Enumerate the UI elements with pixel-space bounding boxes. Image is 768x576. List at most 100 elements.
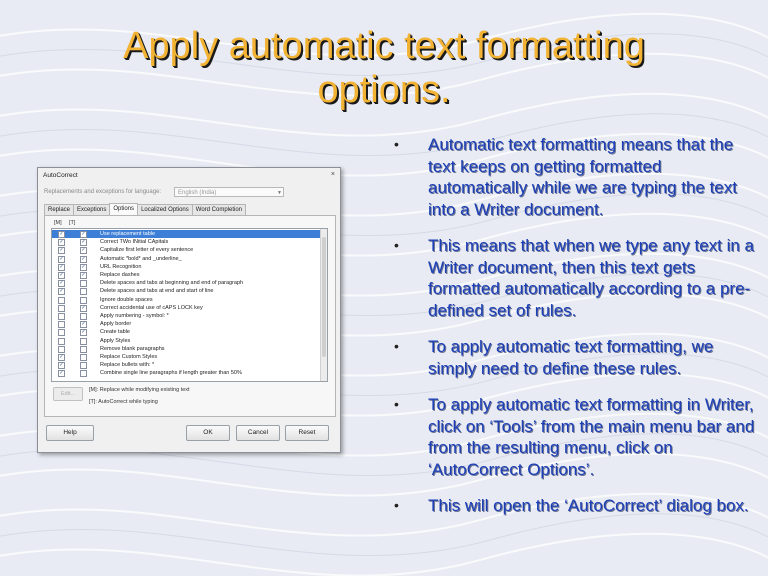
option-label: Ignore double spaces [100, 296, 153, 303]
bullet-dot-icon: • [394, 396, 399, 412]
window-buttons: × [331, 171, 335, 178]
option-row[interactable]: ✓ ✓ Use replacement table [52, 230, 327, 238]
autocorrect-dialog: AutoCorrect × Replacements and exception… [37, 167, 341, 453]
checkbox-t[interactable] [80, 313, 87, 320]
option-row[interactable]: Ignore double spaces [52, 296, 327, 304]
bullet-dot-icon: • [394, 136, 399, 152]
options-list[interactable]: ✓ Combine single line paragraphs if lengt… [51, 228, 328, 382]
option-row[interactable]: ✓ Replace Custom Styles [52, 353, 327, 361]
option-label: Capitalize first letter of every sentenc… [100, 247, 194, 254]
scrollbar[interactable] [320, 229, 327, 381]
option-row[interactable]: ✓ Replace bullets with: * [52, 361, 327, 370]
bullet-item: • This means that when we type any text i… [392, 235, 762, 321]
option-label: Remove blank paragraphs [100, 345, 165, 352]
checkbox-m[interactable] [58, 313, 65, 320]
checkbox-m[interactable]: ✓ [58, 288, 65, 296]
checkbox-t[interactable]: ✓ [80, 239, 87, 247]
checkbox-t[interactable]: ✓ [80, 255, 87, 263]
option-label: Automatic *bold* and _underline_ [100, 255, 182, 262]
bullet-dot-icon: • [394, 497, 399, 513]
option-row[interactable]: ✓ ✓ Replace dashes [52, 271, 327, 279]
option-label: Replace bullets with: * [100, 362, 155, 369]
checkbox-m[interactable]: ✓ [58, 362, 65, 370]
checkbox-m[interactable] [58, 329, 65, 337]
checkbox-m[interactable]: ✓ [58, 239, 65, 247]
checkbox-m[interactable]: ✓ [58, 280, 65, 288]
option-label: Correct accidental use of cAPS LOCK key [100, 304, 203, 311]
bullet-item: • To apply automatic text formatting, we … [392, 336, 762, 379]
checkbox-m[interactable]: ✓ [58, 231, 65, 238]
checkbox-m[interactable]: ✓ [58, 354, 65, 361]
checkbox-t[interactable] [80, 354, 87, 361]
option-row[interactable]: ✓ Delete spaces and tabs at end and start… [52, 287, 327, 296]
bullet-item: • Automatic text formatting means that th… [392, 134, 762, 220]
option-row[interactable]: Remove blank paragraphs [52, 345, 327, 353]
checkbox-m[interactable] [58, 296, 65, 304]
checkbox-t[interactable]: ✓ [80, 329, 87, 337]
language-select[interactable]: English (India) ▼ [174, 187, 284, 197]
scroll-thumb[interactable] [322, 237, 326, 357]
bullet-text: To apply automatic text formatting, we s… [428, 337, 714, 378]
option-row[interactable]: ✓ Combine single line paragraphs if lengt… [52, 369, 327, 378]
checkbox-t[interactable] [80, 296, 87, 304]
option-row[interactable]: ✓ Correct accidental use of cAPS LOCK key [52, 304, 327, 312]
option-label: Create table [100, 329, 130, 336]
option-row[interactable]: ✓ ✓ Automatic *bold* and _underline_ [52, 255, 327, 263]
option-label: Combine single line paragraphs if length… [100, 370, 242, 377]
checkbox-t[interactable] [80, 345, 87, 353]
checkbox-m[interactable]: ✓ [58, 247, 65, 255]
checkbox-m[interactable]: ✓ [58, 255, 65, 263]
bullet-text: This will open the ‘AutoCorrect’ dialog … [428, 496, 749, 515]
bullet-list: • Automatic text formatting means that th… [392, 134, 762, 532]
option-row[interactable]: Apply Styles [52, 337, 327, 345]
ok-button[interactable]: OK [186, 425, 230, 441]
option-row[interactable]: ✓ Delete spaces and tabs at beginning and… [52, 279, 327, 288]
option-label: Correct TWo INitial CApitals [100, 239, 169, 246]
checkbox-m[interactable]: ✓ [58, 370, 65, 378]
legend-t: [T]: AutoCorrect while typing [89, 399, 158, 405]
checkbox-m[interactable] [58, 304, 65, 312]
bullet-item: • This will open the ‘AutoCorrect’ dialog… [392, 495, 762, 517]
bullet-item: • To apply automatic text formatting in W… [392, 394, 762, 480]
checkbox-m[interactable] [58, 345, 65, 353]
option-label: Apply border [100, 321, 132, 328]
option-label: Delete spaces and tabs at end and start … [100, 288, 214, 295]
chevron-down-icon: ▼ [277, 190, 282, 196]
option-row[interactable]: ✓ Create table [52, 328, 327, 337]
checkbox-t[interactable] [80, 288, 87, 296]
close-icon[interactable]: × [331, 171, 335, 178]
option-row[interactable]: ✓ ✓ URL Recognition [52, 263, 327, 271]
option-label: Replace dashes [100, 272, 140, 278]
option-label: Replace Custom Styles [100, 354, 158, 360]
option-label: Delete spaces and tabs at beginning and … [100, 280, 244, 287]
checkbox-t[interactable]: ✓ [80, 321, 87, 329]
dialog-title: AutoCorrect [43, 172, 78, 179]
option-row[interactable]: ✓ ✓ Correct TWo INitial CApitals [52, 238, 327, 247]
bullet-dot-icon: • [394, 237, 399, 253]
bullet-text: To apply automatic text formatting in Wr… [428, 395, 755, 479]
cancel-button[interactable]: Cancel [236, 425, 280, 441]
checkbox-t[interactable]: ✓ [80, 231, 87, 238]
checkbox-m[interactable]: ✓ [58, 263, 65, 271]
option-row[interactable]: ✓ Apply border [52, 320, 327, 329]
checkbox-t[interactable] [80, 370, 87, 378]
checkbox-t[interactable]: ✓ [80, 263, 87, 271]
edit-button[interactable]: Edit... [53, 387, 83, 401]
checkbox-m[interactable] [58, 321, 65, 329]
option-row[interactable]: ✓ ✓ Capitalize first letter of every sente… [52, 246, 327, 255]
checkbox-t[interactable] [80, 337, 87, 345]
checkbox-m[interactable] [58, 337, 65, 345]
checkbox-t[interactable]: ✓ [80, 247, 87, 255]
option-label: Apply numbering - symbol: * [100, 313, 169, 319]
help-button[interactable]: Help [46, 425, 94, 441]
reset-button[interactable]: Reset [285, 425, 329, 441]
option-label: Use replacement table [100, 231, 156, 237]
checkbox-t[interactable] [80, 362, 87, 370]
checkbox-t[interactable]: ✓ [80, 304, 87, 312]
option-row[interactable]: Apply numbering - symbol: * [52, 312, 327, 320]
checkbox-t[interactable] [80, 280, 87, 288]
checkbox-m[interactable]: ✓ [58, 272, 65, 279]
checkbox-t[interactable]: ✓ [80, 272, 87, 279]
option-label: Apply Styles [100, 337, 131, 344]
option-label: URL Recognition [100, 263, 142, 270]
